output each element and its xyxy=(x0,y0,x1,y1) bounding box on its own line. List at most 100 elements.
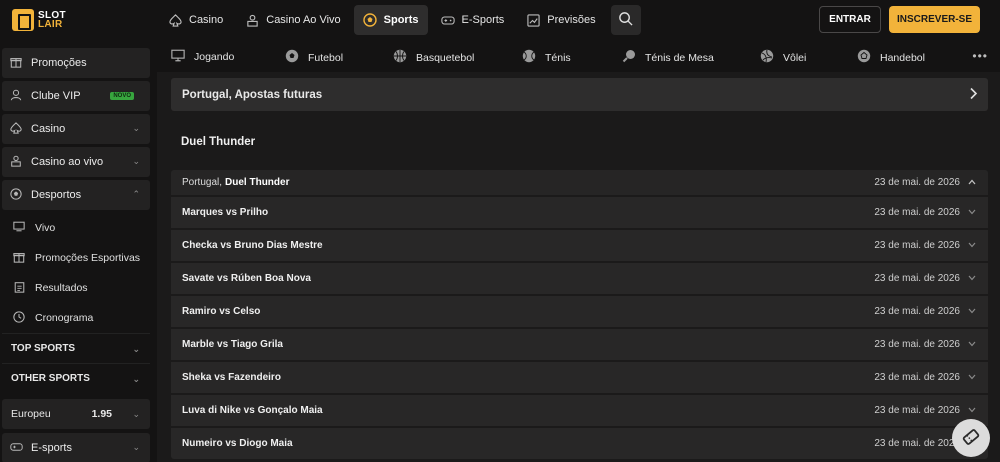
user-icon xyxy=(9,89,23,104)
signup-button[interactable]: INSCREVER-SE xyxy=(889,6,980,33)
volleyball-icon xyxy=(760,49,774,66)
table-row[interactable]: Marques vs Prilho 23 de mai. de 2026 xyxy=(171,197,988,228)
login-button[interactable]: ENTRAR xyxy=(819,6,881,33)
sidebar-item-desportos[interactable]: Desportos ⌃ xyxy=(2,180,150,210)
sidebar: Promoções Clube VIP NOVO Casino ⌄ Casino… xyxy=(0,40,157,462)
sport-tab-label: Jogando xyxy=(194,51,235,63)
table-row[interactable]: Checka vs Bruno Dias Mestre 23 de mai. d… xyxy=(171,230,988,261)
brand-logo[interactable]: SLOT LAIR xyxy=(0,0,155,40)
sidebar-item-casino[interactable]: Casino ⌄ xyxy=(2,114,150,144)
section-label: TOP SPORTS xyxy=(11,343,76,354)
table-row[interactable]: Sheka vs Fazendeiro 23 de mai. de 2026 xyxy=(171,362,988,393)
soccer-ball-icon xyxy=(9,187,23,203)
topnav-esports-label: E-Sports xyxy=(461,14,505,26)
sidebar-section-other-sports[interactable]: OTHER SPORTS ⌄ xyxy=(2,363,150,393)
tennis-ball-icon xyxy=(522,49,536,66)
league-date: 23 de mai. de 2026 xyxy=(874,177,960,188)
sidebar-section-top-sports[interactable]: TOP SPORTS ⌄ xyxy=(2,333,150,363)
chevron-down-icon xyxy=(968,340,976,349)
clock-icon xyxy=(12,310,26,326)
future-bets-link[interactable]: Portugal, Apostas futuras xyxy=(171,78,988,111)
chevron-down-icon: ⌄ xyxy=(132,156,140,166)
sidebar-item-promocoes[interactable]: Promoções xyxy=(2,48,150,78)
sidebar-subitem-label: Resultados xyxy=(35,282,88,294)
chart-icon xyxy=(526,13,540,27)
search-button[interactable] xyxy=(610,5,641,35)
topnav-esports[interactable]: E-Sports xyxy=(432,5,514,35)
sport-tab-volei[interactable]: Vôlei xyxy=(760,49,806,66)
sidebar-subitem-label: Cronograma xyxy=(35,312,94,324)
topnav-previsoes[interactable]: Previsões xyxy=(517,5,604,35)
sidebar-item-label: E-sports xyxy=(31,442,72,454)
sidebar-subitem-cronograma[interactable]: Cronograma xyxy=(2,303,150,333)
match-date: 23 de mai. de 2026 xyxy=(874,438,960,449)
gift-icon xyxy=(12,251,26,266)
league-header-row[interactable]: Portugal, Duel Thunder 23 de mai. de 202… xyxy=(171,170,988,195)
match-date: 23 de mai. de 2026 xyxy=(874,240,960,251)
sport-tab-label: Handebol xyxy=(880,51,925,64)
sidebar-subitem-vivo[interactable]: Vivo xyxy=(2,213,150,243)
sidebar-item-clube-vip[interactable]: Clube VIP NOVO xyxy=(2,81,150,111)
topnav-casino-live[interactable]: Casino Ao Vivo xyxy=(236,5,349,35)
match-name: Marques vs Prilho xyxy=(182,207,269,218)
topnav-casino[interactable]: Casino xyxy=(159,5,232,35)
match-date: 23 de mai. de 2026 xyxy=(874,372,960,383)
gamepad-icon xyxy=(9,441,23,456)
live-tv-icon xyxy=(12,221,26,235)
table-row[interactable]: Ramiro vs Celso 23 de mai. de 2026 xyxy=(171,296,988,327)
gamepad-icon xyxy=(440,13,455,27)
table-row[interactable]: Savate vs Rúben Boa Nova 23 de mai. de 2… xyxy=(171,263,988,294)
sidebar-item-casino-ao-vivo[interactable]: Casino ao vivo ⌄ xyxy=(2,147,150,177)
sport-tab-tenis-de-mesa[interactable]: Ténis de Mesa xyxy=(622,49,714,66)
match-name: Marble vs Tiago Grila xyxy=(182,339,283,350)
chevron-down-icon: ⌄ xyxy=(132,374,140,384)
sidebar-subitem-promocoes-esportivas[interactable]: Promoções Esportivas xyxy=(2,243,150,273)
table-row[interactable]: Luva di Nike vs Gonçalo Maia 23 de mai. … xyxy=(171,395,988,426)
chevron-down-icon xyxy=(968,274,976,283)
sport-tab-label: Basquetebol xyxy=(416,51,475,64)
sport-tab-basquetebol[interactable]: Basquetebol xyxy=(393,49,474,66)
match-date: 23 de mai. de 2026 xyxy=(874,306,960,317)
chevron-down-icon: ⌄ xyxy=(132,123,140,133)
logo-mark-icon xyxy=(12,9,34,31)
top-navigation: Casino Casino Ao Vivo Sports E-Sports Pr… xyxy=(155,0,641,40)
chevron-down-icon xyxy=(968,208,976,217)
soccer-ball-icon xyxy=(362,13,377,27)
sport-tab-tenis[interactable]: Ténis xyxy=(522,49,571,66)
bet-slip-button[interactable] xyxy=(952,419,990,457)
match-date: 23 de mai. de 2026 xyxy=(874,207,960,218)
league-title: Duel Thunder xyxy=(181,136,256,148)
chevron-up-icon: ⌃ xyxy=(132,189,140,199)
new-badge: NOVO xyxy=(110,92,134,100)
logo-text-bottom: LAIR xyxy=(38,19,63,30)
league-name: Duel Thunder xyxy=(225,177,290,188)
match-name: Savate vs Rúben Boa Nova xyxy=(182,273,311,284)
sidebar-subitem-resultados[interactable]: Resultados xyxy=(2,273,150,303)
sidebar-item-label: Promoções xyxy=(31,57,87,69)
future-bets-label: Portugal, Apostas futuras xyxy=(182,88,323,101)
odds-format-value: 1.95 xyxy=(91,408,112,420)
soccer-ball-icon xyxy=(285,49,299,66)
odds-format-label: Europeu xyxy=(11,408,51,420)
chevron-down-icon xyxy=(968,373,976,382)
more-sports-icon[interactable]: ••• xyxy=(972,49,988,63)
chevron-down-icon xyxy=(968,406,976,415)
main-content: Portugal, Apostas futuras Duel Thunder P… xyxy=(171,78,988,459)
match-name: Ramiro vs Celso xyxy=(182,306,261,317)
sport-tab-futebol[interactable]: Futebol xyxy=(285,49,343,66)
match-name: Luva di Nike vs Gonçalo Maia xyxy=(182,405,323,416)
sport-tab-jogando[interactable]: Jogando xyxy=(171,49,234,65)
sidebar-subitem-label: Promoções Esportivas xyxy=(35,252,141,264)
sidebar-item-label: Clube VIP xyxy=(31,90,81,102)
chevron-down-icon xyxy=(968,241,976,250)
topnav-sports[interactable]: Sports xyxy=(353,5,428,35)
table-row[interactable]: Numeiro vs Diogo Maia 23 de mai. de 2026 xyxy=(171,428,988,459)
matches-table: Portugal, Duel Thunder 23 de mai. de 202… xyxy=(171,170,988,459)
sport-tab-handebol[interactable]: Handebol xyxy=(857,49,925,66)
match-date: 23 de mai. de 2026 xyxy=(874,273,960,284)
sidebar-item-esports[interactable]: E-sports ⌄ xyxy=(2,433,150,462)
handball-icon xyxy=(857,49,871,66)
table-row[interactable]: Marble vs Tiago Grila 23 de mai. de 2026 xyxy=(171,329,988,360)
match-name: Checka vs Bruno Dias Mestre xyxy=(182,240,323,251)
odds-format-select[interactable]: Europeu 1.95 ⌄ xyxy=(2,399,150,429)
